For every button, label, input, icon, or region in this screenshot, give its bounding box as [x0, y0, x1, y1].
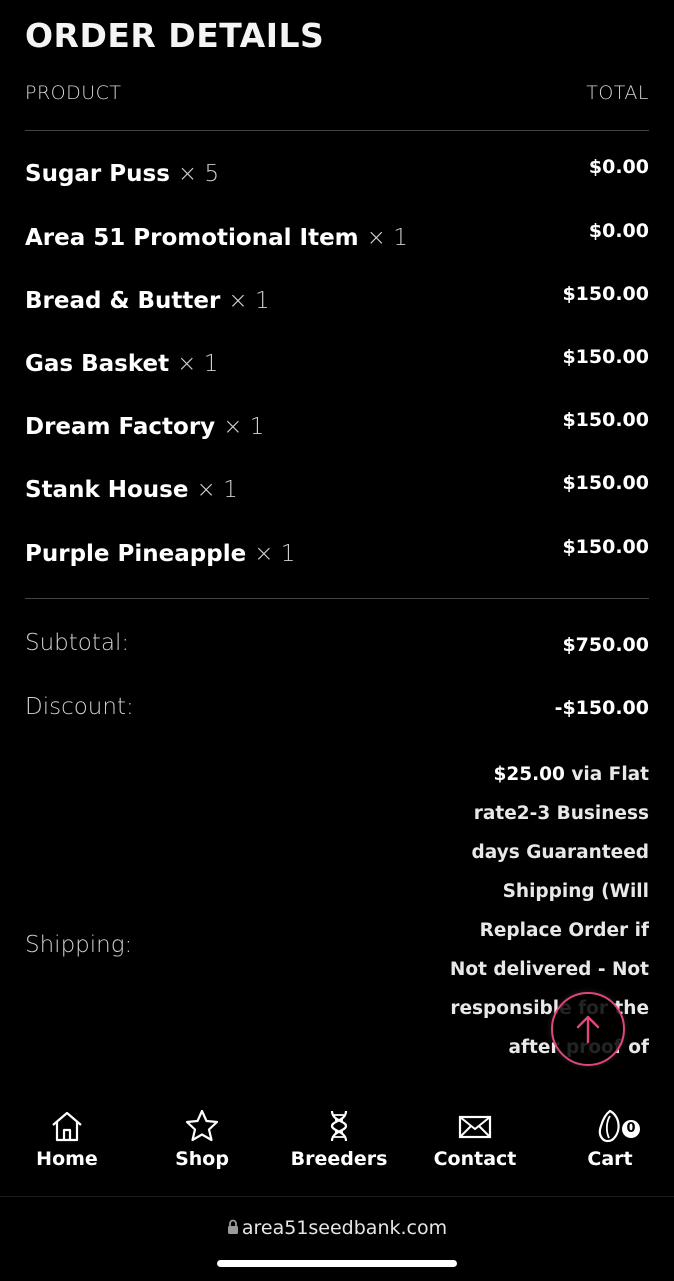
nav-home-label: Home: [36, 1148, 98, 1170]
page-title: ORDER DETAILS: [25, 16, 325, 55]
product-quantity: × 1: [223, 414, 265, 440]
line-total: $0.00: [588, 156, 649, 178]
home-icon: [52, 1111, 82, 1142]
line-total: $150.00: [562, 472, 649, 494]
star-icon: [185, 1109, 219, 1142]
line-total: $150.00: [562, 536, 649, 558]
order-line-item: Stank House × 1 $150.00: [25, 472, 649, 517]
scroll-to-top-button[interactable]: [551, 992, 625, 1066]
product-name: Sugar Puss × 5: [25, 161, 220, 187]
line-total: $150.00: [562, 409, 649, 431]
discount-label: Discount:: [25, 694, 134, 720]
subtotal-value: $750.00: [562, 634, 649, 656]
order-line-item: Sugar Puss × 5 $0.00: [25, 156, 649, 201]
nav-cart-label: Cart: [587, 1148, 633, 1170]
line-total: $150.00: [562, 346, 649, 368]
product-name: Gas Basket × 1: [25, 351, 219, 377]
order-line-item: Gas Basket × 1 $150.00: [25, 346, 649, 391]
nav-cart[interactable]: 0 Cart: [550, 1108, 670, 1170]
product-quantity: × 1: [366, 225, 408, 251]
product-quantity: × 5: [177, 161, 220, 187]
url-display[interactable]: area51seedbank.com: [0, 1217, 674, 1239]
product-name: Dream Factory × 1: [25, 414, 265, 440]
nav-contact[interactable]: Contact: [415, 1108, 535, 1170]
product-column-header: PRODUCT: [25, 82, 122, 104]
product-name: Stank House × 1: [25, 477, 238, 503]
nav-shop[interactable]: Shop: [142, 1108, 262, 1170]
items-divider: [25, 598, 649, 599]
product-name: Purple Pineapple × 1: [25, 541, 296, 567]
product-quantity: × 1: [228, 288, 270, 314]
lock-icon: [227, 1219, 238, 1234]
product-quantity: × 1: [196, 477, 238, 503]
product-name: Bread & Butter × 1: [25, 288, 270, 314]
arrow-up-icon: [576, 1015, 600, 1044]
bottom-navigation: Home Shop Breeders Contact 0 Cart: [0, 1094, 674, 1194]
nav-shop-label: Shop: [175, 1148, 229, 1170]
subtotal-label: Subtotal:: [25, 630, 130, 656]
shipping-label: Shipping:: [25, 932, 133, 958]
nav-home[interactable]: Home: [7, 1108, 127, 1170]
nav-contact-label: Contact: [433, 1148, 517, 1170]
order-line-item: Dream Factory × 1 $150.00: [25, 409, 649, 454]
order-line-item: Area 51 Promotional Item × 1 $0.00: [25, 220, 649, 265]
order-line-item: Purple Pineapple × 1 $150.00: [25, 536, 649, 581]
line-total: $0.00: [588, 220, 649, 242]
discount-value: -$150.00: [554, 697, 649, 719]
nav-breeders-label: Breeders: [290, 1148, 388, 1170]
line-total: $150.00: [562, 283, 649, 305]
cart-count-badge: 0: [622, 1120, 640, 1138]
header-divider: [25, 130, 649, 131]
envelope-icon: [458, 1115, 492, 1139]
dna-icon: [330, 1110, 348, 1142]
total-column-header: TOTAL: [586, 82, 649, 104]
product-quantity: × 1: [254, 541, 296, 567]
home-indicator: [217, 1260, 457, 1267]
browser-address-bar[interactable]: area51seedbank.com: [0, 1196, 674, 1281]
order-line-item: Bread & Butter × 1 $150.00: [25, 283, 649, 328]
product-quantity: × 1: [177, 351, 219, 377]
product-name: Area 51 Promotional Item × 1: [25, 225, 408, 251]
url-text: area51seedbank.com: [241, 1217, 448, 1239]
nav-breeders[interactable]: Breeders: [279, 1108, 399, 1170]
shipping-amount: $25.00: [493, 764, 565, 785]
